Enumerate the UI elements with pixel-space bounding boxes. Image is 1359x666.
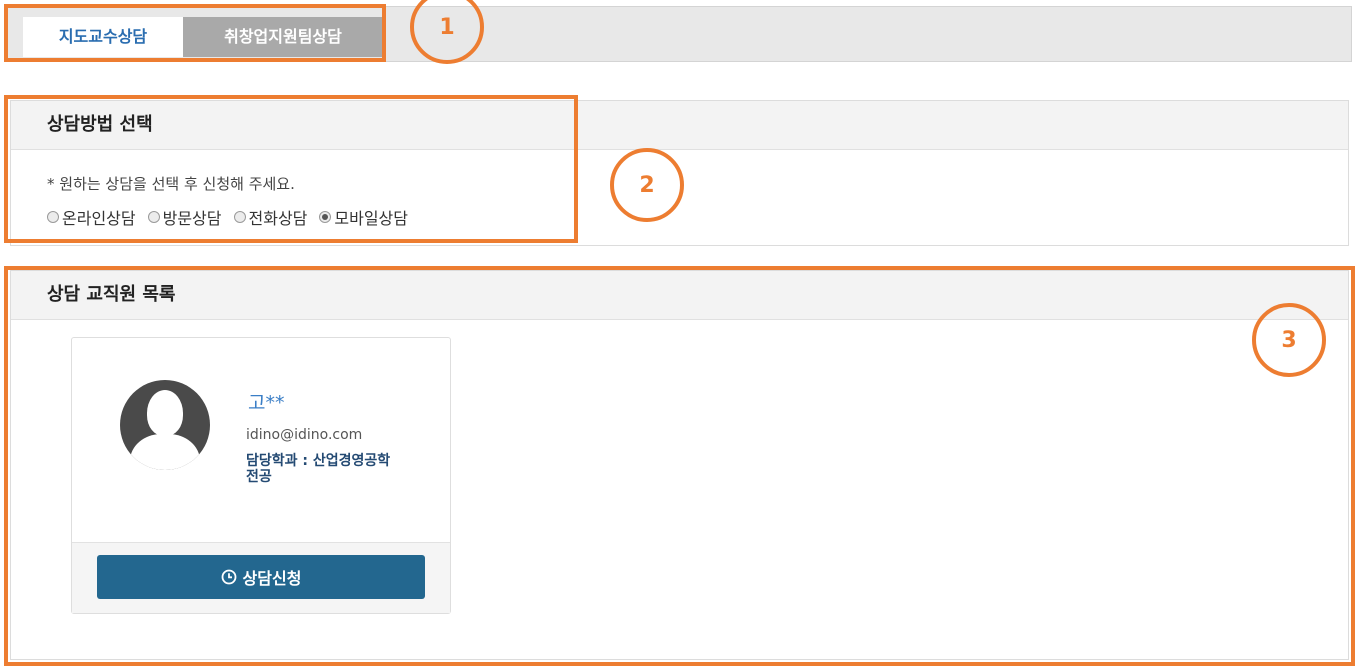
- annotation-box-method: [4, 95, 578, 243]
- annotation-box-tabs: [4, 4, 386, 62]
- annotation-box-staff: [4, 266, 1355, 666]
- annotation-marker-3: 3: [1252, 303, 1326, 377]
- annotation-marker-2: 2: [610, 148, 684, 222]
